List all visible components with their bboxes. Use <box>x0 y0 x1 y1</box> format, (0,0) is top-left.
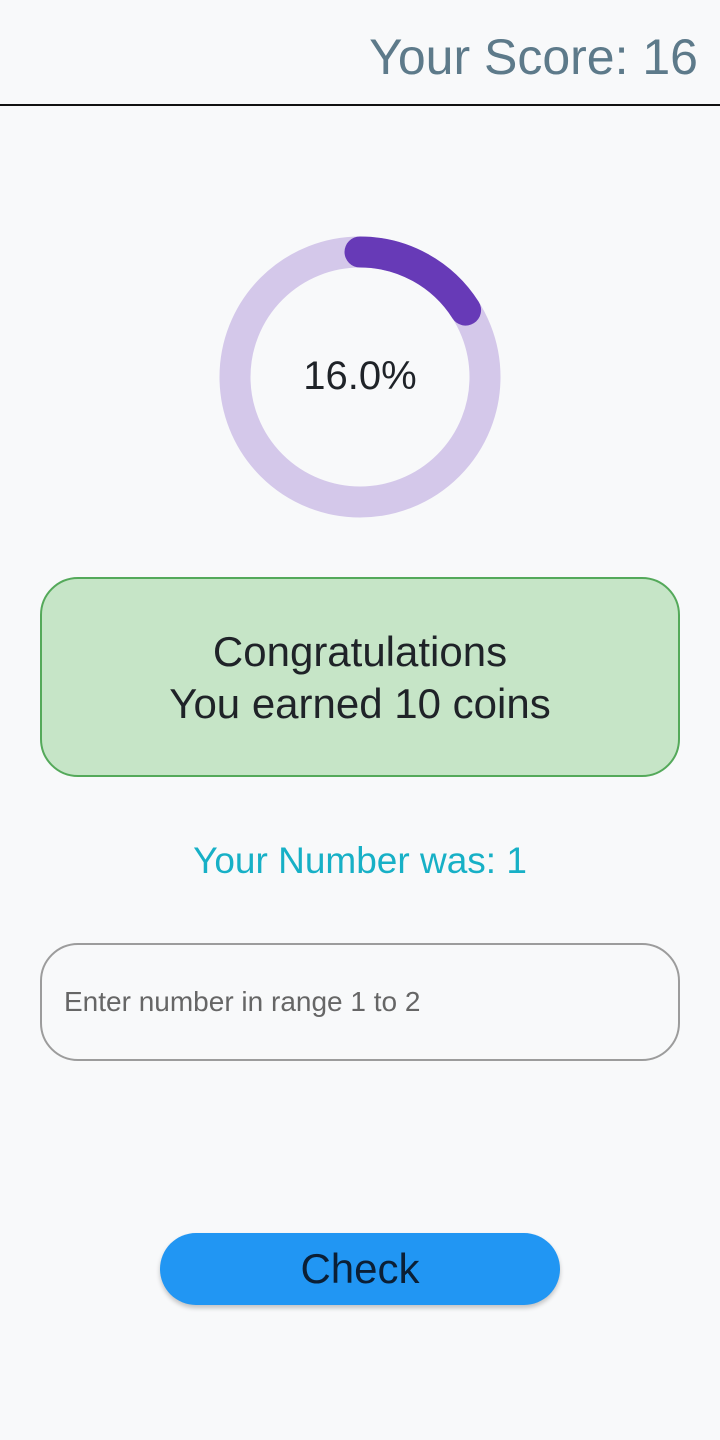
success-message-box: Congratulations You earned 10 coins <box>40 577 680 777</box>
earned-coins-text: You earned 10 coins <box>169 680 551 727</box>
score-text: Your Score: 16 <box>369 29 698 85</box>
progress-ring: 16.0% <box>219 236 501 518</box>
check-button[interactable]: Check <box>160 1233 560 1305</box>
top-bar: Your Score: 16 <box>0 0 720 106</box>
number-was-text: Your Number was: 1 <box>193 840 527 881</box>
progress-percent: 16.0% <box>303 354 417 398</box>
number-input[interactable] <box>40 943 680 1061</box>
congratulations-text: Congratulations <box>212 628 508 675</box>
